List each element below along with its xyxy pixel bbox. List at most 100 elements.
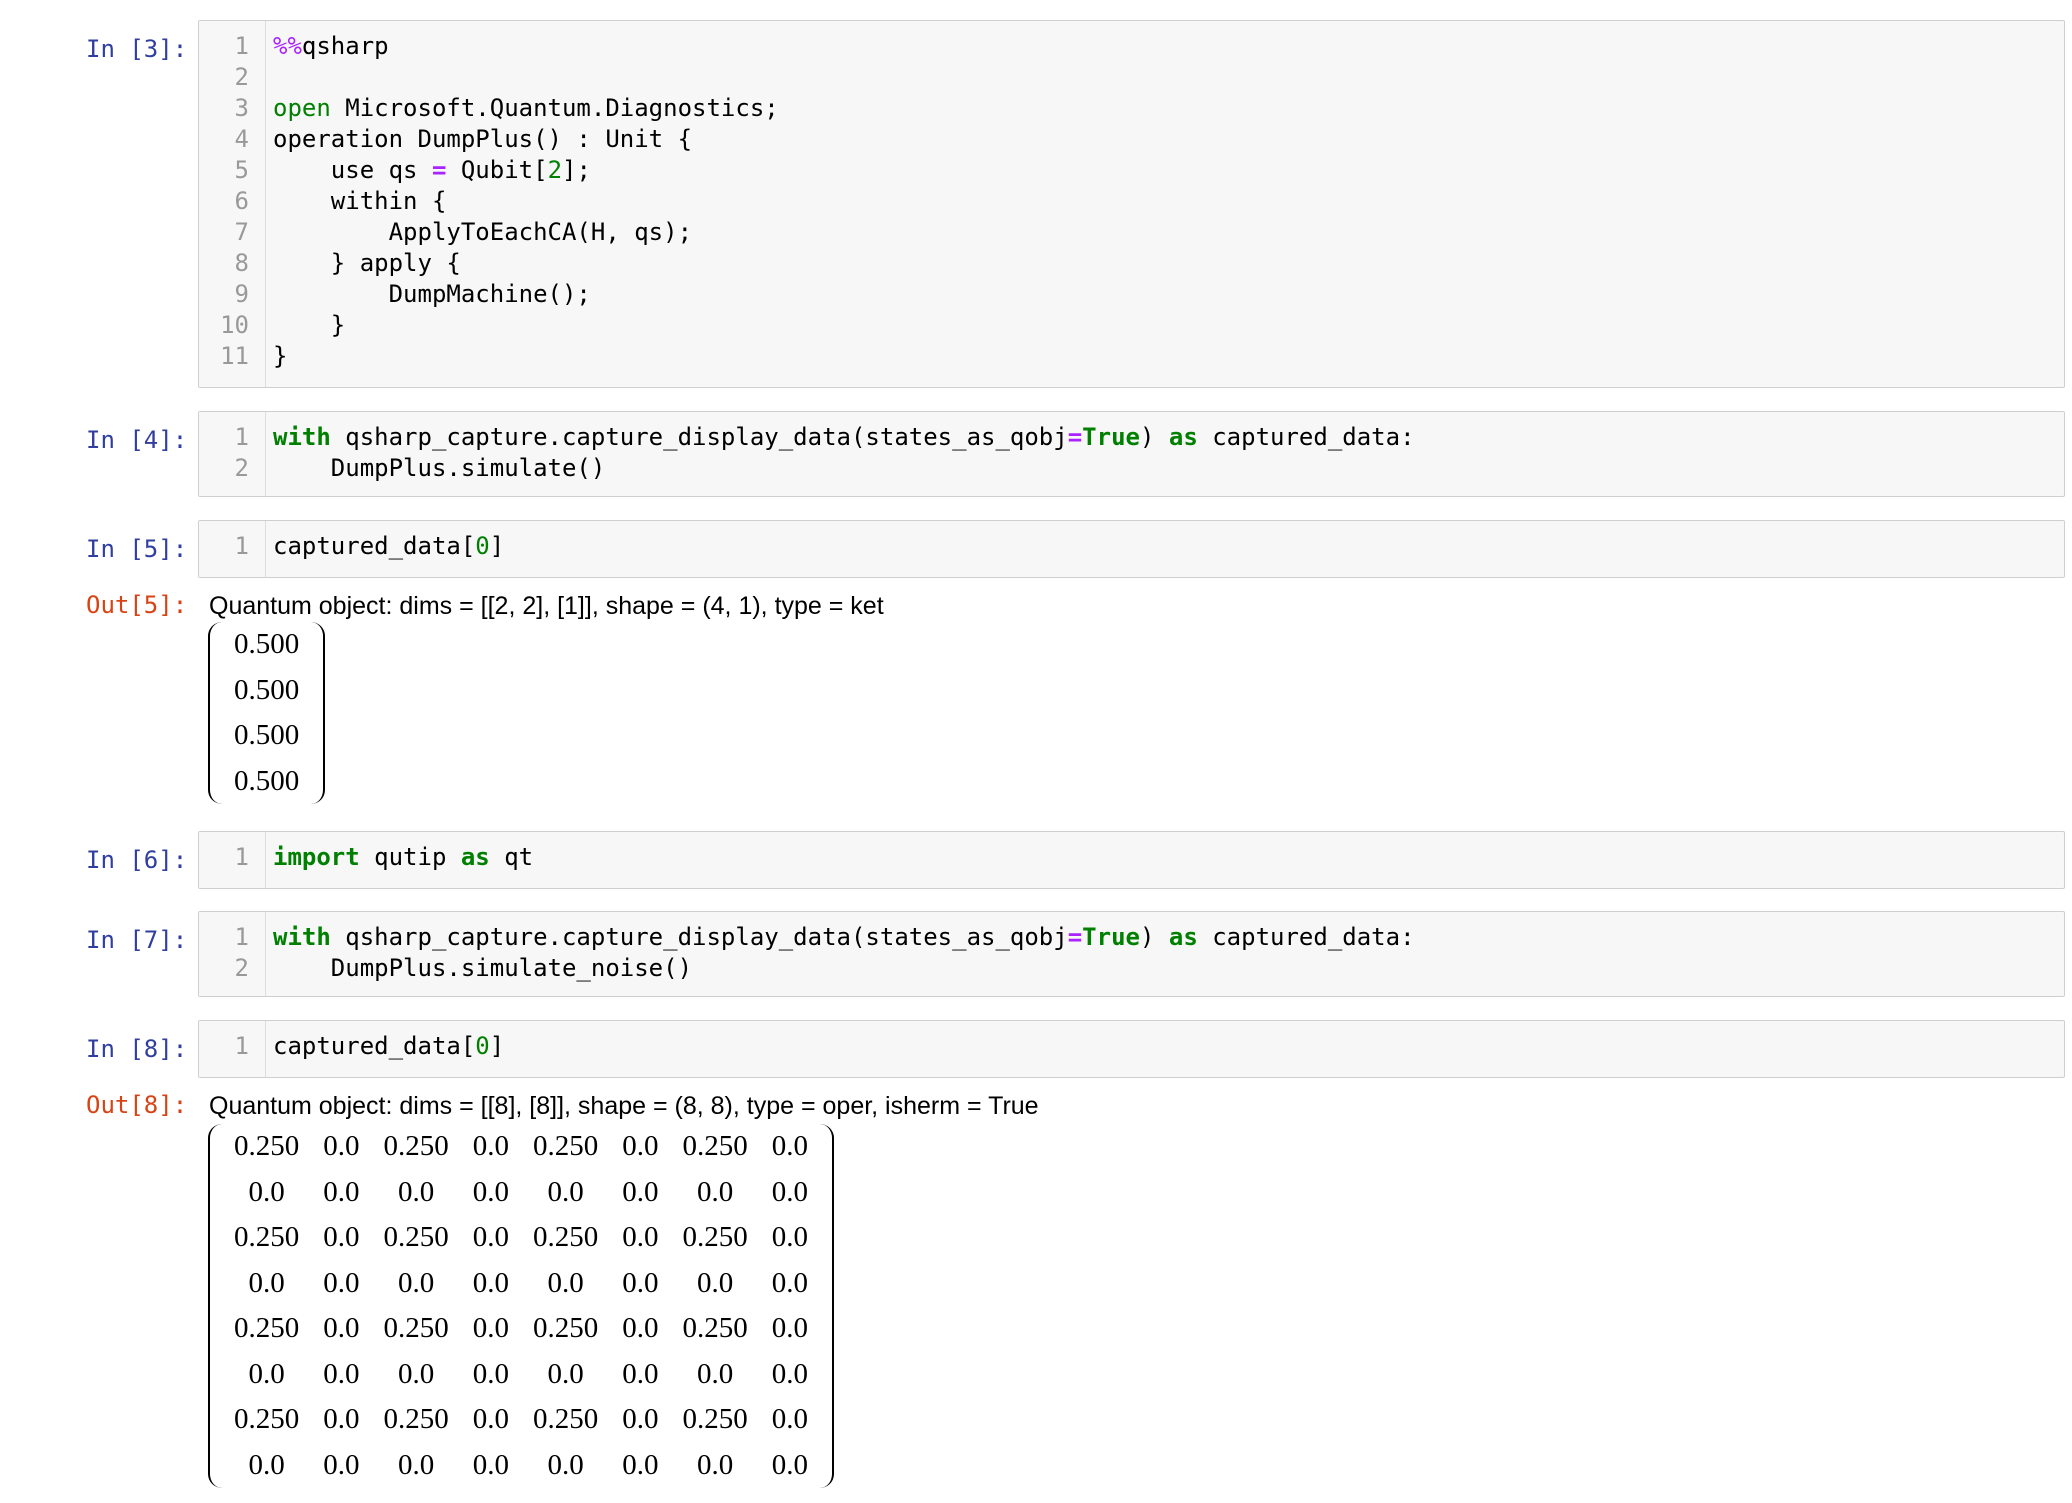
code-cell-4: In [4]: 12 with qsharp_capture.capture_d… — [0, 411, 2072, 497]
code-token: open — [273, 94, 331, 122]
matrix-entry: 0.250 — [682, 1130, 748, 1162]
qobj-header: Quantum object: dims = [[8], [8]], shape… — [209, 1092, 1039, 1120]
matrix-left-bracket — [208, 1124, 224, 1488]
line-number-gutter: 1 — [199, 832, 266, 888]
matrix-entry: 0.250 — [383, 1312, 449, 1344]
matrix-row: 0.0 0.0 0.0 0.0 0.0 0.0 0.0 0.0 — [222, 1170, 820, 1216]
line-number: 6 — [234, 187, 249, 215]
code-token: as — [460, 843, 490, 871]
line-number: 2 — [234, 454, 249, 482]
matrix-entry: 0.0 — [248, 1357, 285, 1390]
line-number: 1 — [234, 423, 249, 451]
matrix-entry: 0.0 — [472, 1312, 509, 1344]
line-number: 9 — [234, 280, 249, 308]
line-number-gutter: 12 — [199, 412, 266, 496]
code-token: as — [1168, 423, 1198, 451]
matrix-row: 0.250 0.0 0.250 0.0 0.250 0.0 0.250 0.0 — [222, 1215, 820, 1261]
matrix-entry: 0.500 — [234, 764, 300, 797]
code-text[interactable]: %%qsharp open Microsoft.Quantum.Diagnosti… — [273, 31, 779, 372]
code-line: import qutip as qt — [273, 842, 533, 873]
code-cell-3: In [3]: 1 2 3 4 5 6 7 8 9 10 11 %%qsharp open Micro… — [0, 20, 2072, 388]
code-editor[interactable]: 12 with qsharp_capture.capture_display_d… — [198, 411, 2065, 497]
code-editor[interactable]: 1 captured_data[0] — [198, 1020, 2065, 1078]
output-cell-8: Out[8]: Quantum object: dims = [[8], [8]… — [0, 1090, 2072, 1490]
output-cell-5: Out[5]: Quantum object: dims = [[2, 2], … — [0, 590, 2072, 804]
code-cell-5: In [5]: 1 captured_data[0] — [0, 520, 2072, 578]
code-line: captured_data[0] — [273, 1031, 504, 1062]
matrix-row: 0.500 — [222, 622, 311, 668]
output-prompt: Out[5]: — [86, 591, 188, 619]
matrix-entry: 0.250 — [533, 1221, 599, 1253]
code-cell-8: In [8]: 1 captured_data[0] — [0, 1020, 2072, 1078]
matrix-table: 0.500 0.500 0.500 0.500 — [222, 622, 311, 804]
line-number: 10 — [220, 311, 249, 339]
code-token: 0 — [475, 532, 490, 560]
code-line: DumpPlus.simulate_noise() — [273, 953, 1415, 984]
matrix-entry: 0.250 — [533, 1312, 599, 1344]
matrix-entry: 0.0 — [622, 1403, 659, 1435]
matrix-entry: 0.0 — [622, 1357, 659, 1390]
matrix-entry: 0.250 — [234, 1403, 300, 1435]
matrix-entry: 0.0 — [697, 1448, 734, 1481]
line-number: 8 — [234, 249, 249, 277]
matrix-entry: 0.250 — [234, 1130, 300, 1162]
code-editor[interactable]: 1 import qutip as qt — [198, 831, 2065, 889]
matrix-entry: 0.0 — [771, 1266, 808, 1299]
code-token: captured_data[ — [273, 1032, 476, 1060]
input-prompt: In [6]: — [86, 846, 188, 874]
code-line: } — [273, 341, 779, 372]
line-number: 1 — [234, 1032, 249, 1060]
input-prompt: In [4]: — [86, 426, 188, 454]
code-token: ]; — [562, 156, 591, 184]
code-text[interactable]: captured_data[0] — [273, 1031, 504, 1062]
code-token: = — [431, 156, 447, 184]
code-text[interactable]: with qsharp_capture.capture_display_data… — [273, 422, 1415, 484]
code-text[interactable]: with qsharp_capture.capture_display_data… — [273, 922, 1415, 984]
matrix-entry: 0.0 — [622, 1312, 659, 1344]
matrix-entry: 0.0 — [622, 1221, 659, 1253]
matrix-entry: 0.0 — [547, 1448, 584, 1481]
matrix-entry: 0.0 — [472, 1175, 509, 1208]
code-token: True — [1082, 923, 1140, 951]
code-line: within { — [273, 186, 779, 217]
code-token: Microsoft.Quantum.Diagnostics; — [330, 94, 779, 122]
code-text[interactable]: captured_data[0] — [273, 531, 504, 562]
matrix-entry: 0.0 — [472, 1403, 509, 1435]
matrix-entry: 0.0 — [547, 1266, 584, 1299]
matrix-row: 0.500 — [222, 713, 311, 759]
matrix-entry: 0.0 — [472, 1266, 509, 1299]
matrix-entry: 0.250 — [234, 1221, 300, 1253]
code-token: DumpPlus.simulate_noise() — [273, 954, 693, 982]
line-number: 7 — [234, 218, 249, 246]
code-line: ApplyToEachCA(H, qs); — [273, 217, 779, 248]
code-editor[interactable]: 1 2 3 4 5 6 7 8 9 10 11 %%qsharp open Microsoft.Qua… — [198, 20, 2065, 388]
state-vector-matrix: 0.500 0.500 0.500 0.500 — [208, 622, 326, 812]
matrix-entry: 0.0 — [323, 1221, 360, 1253]
matrix-entry: 0.500 — [234, 673, 300, 706]
code-text[interactable]: import qutip as qt — [273, 842, 533, 873]
matrix-entry: 0.0 — [622, 1448, 659, 1481]
code-line: open Microsoft.Quantum.Diagnostics; — [273, 93, 779, 124]
matrix-entry: 0.0 — [472, 1130, 509, 1162]
matrix-row: 0.500 — [222, 759, 311, 805]
matrix-entry: 0.250 — [234, 1312, 300, 1344]
code-editor[interactable]: 12 with qsharp_capture.capture_display_d… — [198, 911, 2065, 997]
code-token: } — [273, 311, 346, 339]
matrix-entry: 0.0 — [547, 1357, 584, 1390]
line-number-gutter: 1 2 3 4 5 6 7 8 9 10 11 — [199, 21, 266, 387]
line-number: 1 — [234, 32, 249, 60]
matrix-entry: 0.0 — [622, 1266, 659, 1299]
code-token: 0 — [475, 1032, 490, 1060]
matrix-entry: 0.0 — [697, 1175, 734, 1208]
matrix-entry: 0.0 — [398, 1175, 435, 1208]
code-editor[interactable]: 1 captured_data[0] — [198, 520, 2065, 578]
line-number: 1 — [234, 532, 249, 560]
line-number: 5 — [234, 156, 249, 184]
code-token: qsharp_capture.capture_display_data(stat… — [330, 923, 1068, 951]
matrix-entry: 0.0 — [323, 1175, 360, 1208]
matrix-entry: 0.0 — [323, 1312, 360, 1344]
line-number: 2 — [234, 63, 249, 91]
code-token: ) — [1139, 423, 1169, 451]
matrix-row: 0.0 0.0 0.0 0.0 0.0 0.0 0.0 0.0 — [222, 1261, 820, 1307]
